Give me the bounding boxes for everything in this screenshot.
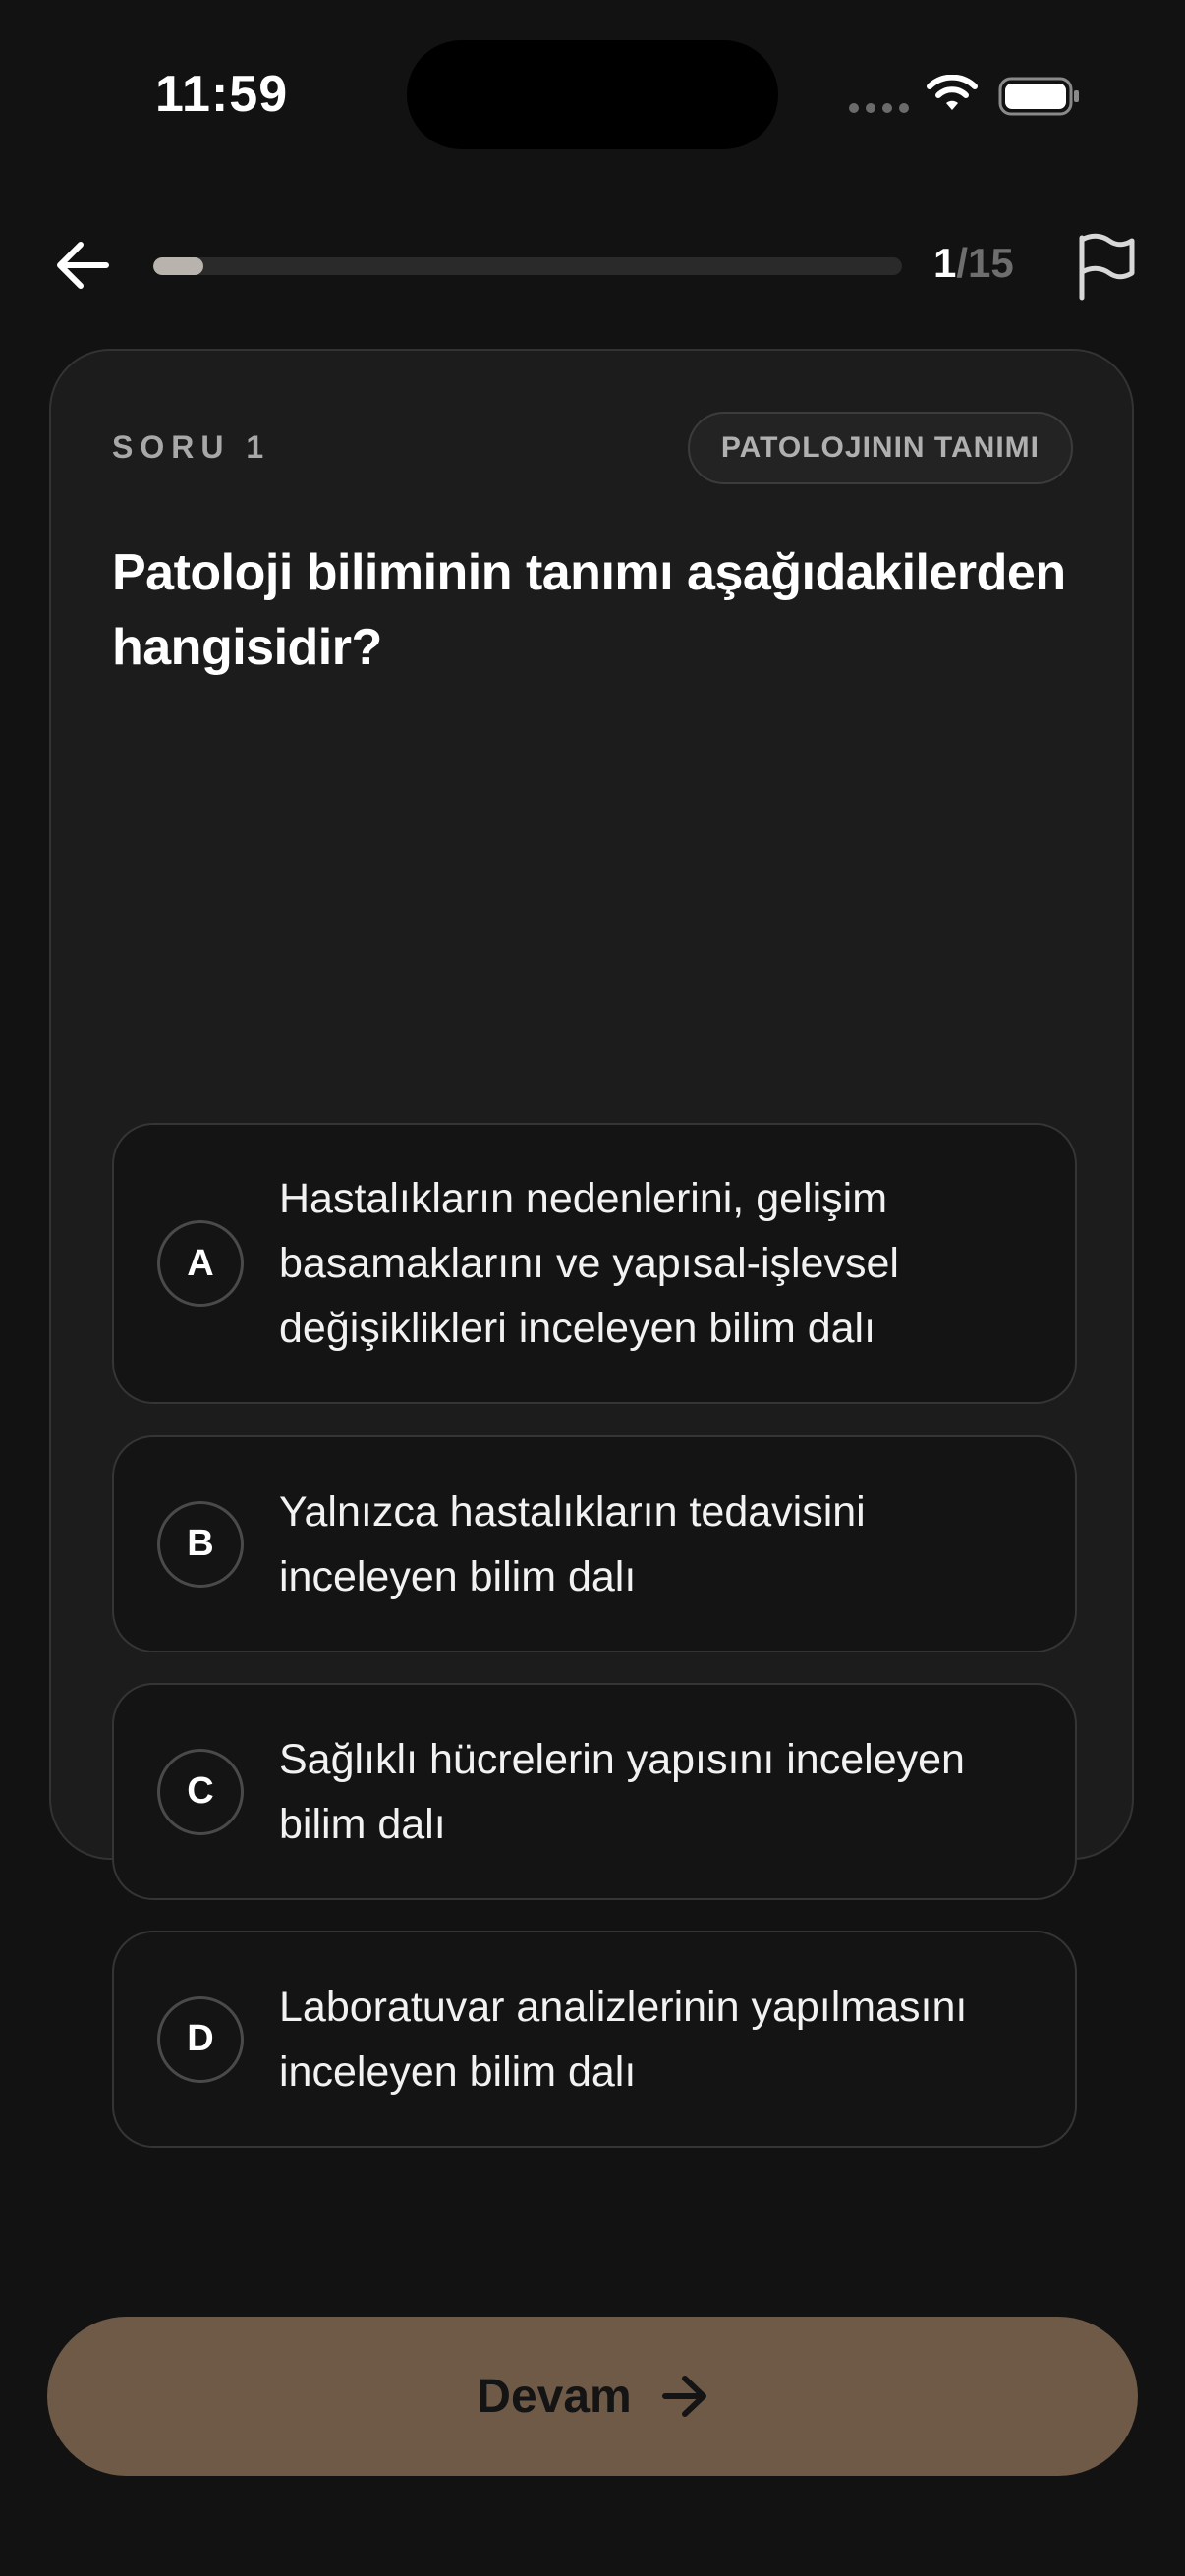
continue-label: Devam — [477, 2370, 632, 2423]
option-text: Laboratuvar analizlerinin yapılmasını in… — [279, 1983, 968, 2096]
counter-total: 15 — [968, 240, 1014, 286]
battery-icon — [998, 77, 1079, 116]
question-number: SORU 1 — [112, 429, 271, 465]
option-a[interactable]: A Hastalıkların nedenlerini, gelişim bas… — [112, 1123, 1077, 1404]
option-letter: A — [157, 1220, 244, 1307]
question-counter: 1/15 — [933, 240, 1014, 287]
option-letter: D — [157, 1995, 244, 2083]
option-text: Hastalıkların nedenlerini, gelişim basam… — [279, 1175, 899, 1352]
flag-button[interactable] — [1073, 232, 1138, 301]
flag-icon — [1079, 233, 1135, 301]
option-d[interactable]: D Laboratuvar analizlerinin yapılmasını … — [112, 1931, 1077, 2148]
wifi-icon — [927, 75, 978, 110]
question-text: Patoloji biliminin tanımı aşağıdakilerde… — [112, 544, 1066, 676]
topic-badge: PATOLOJININ TANIMI — [687, 412, 1073, 484]
option-letter: B — [157, 1500, 244, 1588]
cellular-signal-icon — [849, 103, 909, 113]
status-time: 11:59 — [155, 66, 289, 123]
arrow-left-icon — [57, 242, 109, 289]
arrow-right-icon — [661, 2376, 706, 2417]
question-card: SORU 1 PATOLOJININ TANIMI Patoloji bilim… — [49, 349, 1134, 2148]
counter-current: 1 — [933, 240, 957, 286]
option-b[interactable]: B Yalnızca hastalıkların tedavisini ince… — [112, 1435, 1077, 1652]
progress-bar-fill — [153, 257, 203, 275]
progress-bar — [153, 257, 902, 275]
dynamic-island — [407, 40, 778, 149]
option-text: Sağlıklı hücrelerin yapısını inceleyen b… — [279, 1735, 965, 1848]
back-button[interactable] — [51, 236, 114, 295]
option-letter: C — [157, 1748, 244, 1835]
continue-button[interactable]: Devam — [47, 2317, 1138, 2476]
option-c[interactable]: C Sağlıklı hücrelerin yapısını inceleyen… — [112, 1683, 1077, 1900]
counter-separator: / — [956, 240, 969, 286]
option-text: Yalnızca hastalıkların tedavisini incele… — [279, 1487, 866, 1600]
